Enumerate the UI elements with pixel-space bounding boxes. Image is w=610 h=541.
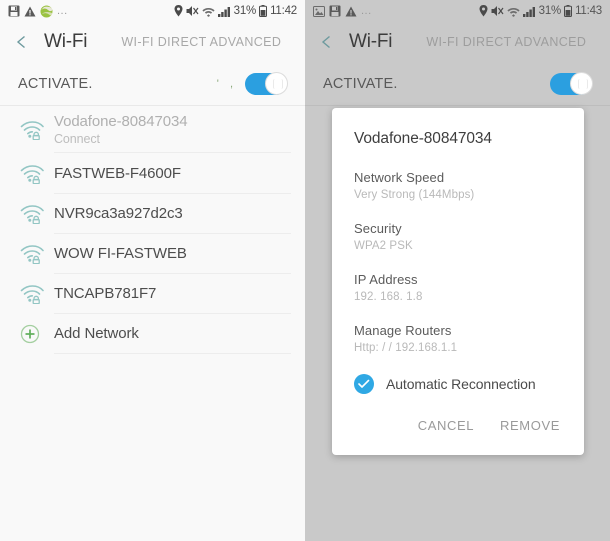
- dialog-field-security: Security WPA2 PSK: [354, 221, 562, 252]
- field-label: Security: [354, 221, 402, 236]
- location-pin-icon: [174, 5, 183, 17]
- network-ssid: TNCAPB781F7: [54, 285, 157, 302]
- status-bar-right: ... 31% 11:43: [305, 0, 610, 22]
- network-ssid: FASTWEB-F4600F: [54, 165, 181, 182]
- list-item-text: Vodafone-80847034 Connect: [54, 107, 291, 153]
- automatic-reconnection-row[interactable]: Automatic Reconnection: [354, 374, 562, 394]
- add-network-row[interactable]: Add Network: [0, 314, 305, 354]
- activate-label: ACTIVATE.: [18, 75, 93, 92]
- battery-percent-left: 31%: [233, 5, 257, 17]
- battery-percent-right: 31%: [538, 5, 562, 17]
- remove-button[interactable]: REMOVE: [498, 414, 562, 437]
- status-overflow-dots-right: ...: [361, 5, 372, 17]
- field-value: WPA2 PSK: [354, 240, 413, 252]
- list-item[interactable]: WOW FI-FASTWEB: [0, 234, 305, 274]
- status-bar-left: ... 31% 11:42: [0, 0, 305, 22]
- action-bar-right: Wi-Fi WI-FI DIRECT ADVANCED: [305, 22, 610, 62]
- wifi-lock-icon: [20, 164, 54, 184]
- list-item[interactable]: NVR9ca3a927d2c3: [0, 194, 305, 234]
- action-bar-left: Wi-Fi WI-FI DIRECT ADVANCED: [0, 22, 305, 62]
- save-icon: [8, 5, 20, 17]
- clock-right: 11:43: [575, 5, 602, 17]
- activate-row-left: ACTIVATE. ' ,: [0, 62, 305, 106]
- activate-row-right: ACTIVATE.: [305, 62, 610, 106]
- field-label: Manage Routers: [354, 323, 452, 338]
- list-item-text: WOW FI-FASTWEB: [54, 234, 291, 274]
- status-bar-left-icons-right: ...: [313, 5, 372, 17]
- list-item[interactable]: FASTWEB-F4600F: [0, 154, 305, 194]
- add-network-label: Add Network: [54, 325, 139, 342]
- dialog-field-ip-address: IP Address 192. 168. 1.8: [354, 272, 562, 303]
- battery-icon: [564, 5, 573, 17]
- dialog-field-network-speed: Network Speed Very Strong (144Mbps): [354, 170, 562, 201]
- activate-hint-text: ' ,: [216, 77, 237, 90]
- field-value: 192. 168. 1.8: [354, 291, 423, 303]
- network-ssid: Vodafone-80847034: [54, 113, 188, 130]
- globe-icon: [40, 5, 53, 18]
- automatic-reconnection-label: Automatic Reconnection: [386, 376, 536, 392]
- battery-icon: [259, 5, 268, 17]
- location-pin-icon: [479, 5, 488, 17]
- wifi-icon: [202, 6, 215, 17]
- plus-circle-icon: [20, 324, 54, 344]
- network-ssid: WOW FI-FASTWEB: [54, 245, 187, 262]
- wifi-icon: [507, 6, 520, 17]
- field-value[interactable]: Http: / / 192.168.1.1: [354, 342, 562, 354]
- checkmark-icon[interactable]: [354, 374, 374, 394]
- field-label: Network Speed: [354, 170, 445, 185]
- signal-bars-icon: [522, 6, 536, 17]
- list-item-text: FASTWEB-F4600F: [54, 154, 291, 194]
- clock-left: 11:42: [270, 5, 297, 17]
- dual-screenshot-container: ... 31% 11:42 Wi-Fi WI-FI DIRECT ADVANCE…: [0, 0, 610, 541]
- status-bar-right-icons-right: 31% 11:43: [479, 5, 602, 17]
- save-icon: [329, 5, 341, 17]
- wifi-toggle-switch[interactable]: [245, 71, 288, 95]
- toggle-knob: [265, 71, 288, 95]
- mute-icon: [186, 5, 199, 17]
- list-item-text: Add Network: [54, 314, 291, 354]
- wifi-lock-icon: [20, 204, 54, 224]
- field-label: IP Address: [354, 272, 418, 287]
- dialog-actions: CANCEL REMOVE: [354, 408, 562, 445]
- action-bar-menu-left[interactable]: WI-FI DIRECT ADVANCED: [121, 35, 281, 49]
- wifi-network-list: Vodafone-80847034 Connect FASTWEB-F4600F…: [0, 106, 305, 354]
- network-ssid: NVR9ca3a927d2c3: [54, 205, 183, 222]
- image-icon: [313, 5, 325, 17]
- network-detail-dialog: Vodafone-80847034 Network Speed Very Str…: [332, 108, 584, 455]
- page-title: Wi-Fi: [44, 31, 88, 52]
- page-title: Wi-Fi: [349, 31, 393, 52]
- warning-triangle-icon: [345, 6, 357, 17]
- dialog-field-manage-routers: Manage Routers Http: / / 192.168.1.1: [354, 323, 562, 354]
- field-value: Very Strong (144Mbps): [354, 189, 475, 201]
- mute-icon: [491, 5, 504, 17]
- action-bar-menu-right[interactable]: WI-FI DIRECT ADVANCED: [426, 35, 586, 49]
- warning-triangle-icon: [24, 6, 36, 17]
- activate-label: ACTIVATE.: [323, 75, 398, 92]
- wifi-lock-icon: [20, 244, 54, 264]
- list-item[interactable]: TNCAPB781F7: [0, 274, 305, 314]
- status-bar-right-icons-left: 31% 11:42: [174, 5, 297, 17]
- network-status: Connect: [54, 132, 100, 146]
- status-overflow-dots-left: ...: [57, 5, 68, 17]
- list-item-text: NVR9ca3a927d2c3: [54, 194, 291, 234]
- wifi-lock-icon: [20, 120, 54, 140]
- toggle-knob: [570, 71, 593, 95]
- status-bar-left-icons: ...: [8, 5, 68, 18]
- wifi-lock-icon: [20, 284, 54, 304]
- dialog-title: Vodafone-80847034: [354, 130, 492, 147]
- list-item-text: TNCAPB781F7: [54, 274, 291, 314]
- signal-bars-icon: [217, 6, 231, 17]
- list-item[interactable]: Vodafone-80847034 Connect: [0, 106, 305, 154]
- back-chevron-icon[interactable]: [319, 34, 335, 50]
- right-screen: ... 31% 11:43 Wi-Fi WI-FI DIRECT ADVANCE…: [305, 0, 610, 541]
- left-screen: ... 31% 11:42 Wi-Fi WI-FI DIRECT ADVANCE…: [0, 0, 305, 541]
- activate-controls: ' ,: [216, 71, 288, 95]
- cancel-button[interactable]: CANCEL: [416, 414, 476, 437]
- wifi-toggle-switch[interactable]: [550, 71, 593, 95]
- back-chevron-icon[interactable]: [14, 34, 30, 50]
